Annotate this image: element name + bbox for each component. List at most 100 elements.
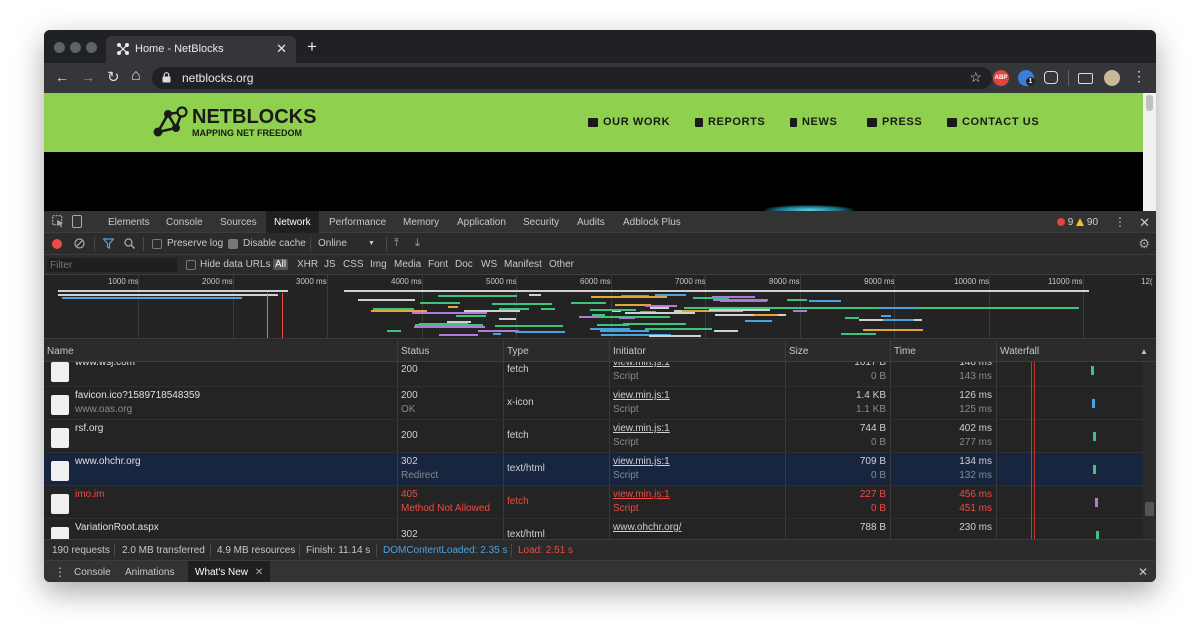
request-table-scrollbar[interactable]: [1143, 362, 1156, 539]
request-initiator-link[interactable]: view.min.js:1: [613, 456, 670, 467]
filter-type-other[interactable]: Other: [549, 259, 574, 270]
browser-menu-icon[interactable]: ⋮: [1132, 68, 1146, 85]
filter-type-xhr[interactable]: XHR: [297, 259, 318, 270]
drawer-close-icon[interactable]: ✕: [1138, 565, 1148, 579]
nav-news[interactable]: NEWS: [790, 116, 837, 128]
reload-button[interactable]: ↻: [107, 68, 120, 86]
drawer-tab-whats-new[interactable]: What's New ✕: [188, 561, 271, 582]
pocket-icon[interactable]: [1044, 71, 1058, 84]
tab-memory[interactable]: Memory: [403, 217, 439, 228]
waterfall-bar[interactable]: [1095, 498, 1098, 507]
waterfall-bar[interactable]: [1093, 432, 1096, 441]
column-divider[interactable]: [890, 340, 891, 362]
request-table-scrollbar-thumb[interactable]: [1145, 502, 1154, 516]
page-scrollbar-thumb[interactable]: [1146, 95, 1153, 111]
devtools-close-icon[interactable]: ✕: [1139, 215, 1150, 231]
drawer-tab-animations[interactable]: Animations: [125, 567, 174, 578]
record-button[interactable]: [52, 239, 62, 249]
column-header-waterfall[interactable]: Waterfall: [1000, 346, 1039, 357]
page-scrollbar[interactable]: [1143, 93, 1156, 211]
tab-sources[interactable]: Sources: [220, 217, 257, 228]
network-settings-gear-icon[interactable]: ⚙: [1138, 236, 1150, 252]
adblock-plus-extension-icon[interactable]: ABP: [993, 70, 1009, 86]
column-header-status[interactable]: Status: [401, 346, 429, 357]
site-logo-name[interactable]: NETBLOCKS: [192, 106, 316, 129]
column-divider[interactable]: [785, 340, 786, 362]
hide-data-urls-checkbox[interactable]: [186, 260, 196, 270]
column-header-name[interactable]: Name: [47, 346, 74, 357]
column-divider[interactable]: [503, 340, 504, 362]
filter-type-img[interactable]: Img: [370, 259, 387, 270]
column-header-initiator[interactable]: Initiator: [613, 346, 646, 357]
column-header-time[interactable]: Time: [894, 346, 916, 357]
inspect-element-icon[interactable]: [52, 215, 64, 228]
new-tab-button[interactable]: +: [307, 38, 317, 55]
tab-performance[interactable]: Performance: [329, 217, 386, 228]
table-row[interactable]: www.ohchr.org 302 Redirect text/html view.mi…: [44, 453, 1143, 486]
disable-cache-checkbox[interactable]: [228, 239, 238, 249]
import-har-icon[interactable]: ⤒: [394, 237, 399, 250]
browser-tab[interactable]: Home - NetBlocks ✕: [106, 36, 296, 63]
network-overview-timeline[interactable]: 1000 ms 2000 ms 3000 ms 4000 ms 5000 ms …: [44, 275, 1156, 339]
filter-icon[interactable]: [103, 238, 114, 249]
tab-elements[interactable]: Elements: [108, 217, 150, 228]
bookmark-star-icon[interactable]: ☆: [969, 69, 982, 86]
address-bar[interactable]: netblocks.org ☆: [152, 67, 992, 89]
drawer-tab-close-icon[interactable]: ✕: [255, 567, 263, 578]
forward-button[interactable]: →: [81, 69, 95, 85]
filter-type-css[interactable]: CSS: [343, 259, 364, 270]
table-row[interactable]: favicon.ico?1589718548359 www.oas.org 200 O…: [44, 387, 1143, 420]
waterfall-bar[interactable]: [1091, 366, 1094, 375]
throttling-select[interactable]: Online: [318, 238, 347, 249]
tab-audits[interactable]: Audits: [577, 217, 605, 228]
table-row[interactable]: imo.im 405 Method Not Allowed fetch view.min…: [44, 486, 1143, 519]
tab-adblock-plus[interactable]: Adblock Plus: [623, 217, 681, 228]
throttling-dropdown-icon[interactable]: ▼: [368, 240, 375, 247]
tab-close-icon[interactable]: ✕: [276, 41, 287, 57]
request-initiator-link[interactable]: view.min.js:1: [613, 390, 670, 401]
filter-input[interactable]: [47, 258, 177, 272]
waterfall-bar[interactable]: [1096, 531, 1099, 539]
maximize-window-button[interactable]: [86, 42, 97, 53]
tab-application[interactable]: Application: [457, 217, 506, 228]
column-header-size[interactable]: Size: [789, 346, 808, 357]
extension-icon[interactable]: 1: [1018, 70, 1035, 86]
close-window-button[interactable]: [54, 42, 65, 53]
drawer-menu-icon[interactable]: ⋮: [54, 565, 66, 579]
search-icon[interactable]: [124, 238, 135, 249]
nav-press[interactable]: PRESS: [867, 116, 922, 128]
back-button[interactable]: ←: [55, 69, 69, 85]
request-initiator-link[interactable]: view.min.js:1: [613, 362, 670, 368]
device-toolbar-icon[interactable]: [72, 215, 82, 228]
column-divider[interactable]: [397, 340, 398, 362]
devtools-menu-icon[interactable]: ⋮: [1114, 215, 1126, 229]
tab-console[interactable]: Console: [166, 217, 203, 228]
tab-network[interactable]: Network: [266, 211, 319, 233]
filter-type-manifest[interactable]: Manifest: [504, 259, 542, 270]
drawer-tab-console[interactable]: Console: [74, 567, 111, 578]
preserve-log-checkbox[interactable]: [152, 239, 162, 249]
waterfall-bar[interactable]: [1093, 465, 1096, 474]
filter-type-ws[interactable]: WS: [481, 259, 497, 270]
filter-type-doc[interactable]: Doc: [455, 259, 473, 270]
filter-type-font[interactable]: Font: [428, 259, 448, 270]
nav-our-work[interactable]: OUR WORK: [588, 116, 670, 128]
request-initiator-link[interactable]: view.min.js:1: [613, 489, 670, 500]
table-row[interactable]: rsf.org 200 fetch view.min.js:1 Script 744 B 0…: [44, 420, 1143, 453]
column-divider[interactable]: [996, 340, 997, 362]
issue-counts[interactable]: 9 90: [1057, 217, 1098, 228]
export-har-icon[interactable]: ⤓: [415, 237, 420, 250]
clear-icon[interactable]: [74, 238, 85, 249]
table-row[interactable]: VariationRoot.aspx 302 text/html www.ohchr.…: [44, 519, 1143, 539]
request-initiator-link[interactable]: www.ohchr.org/: [613, 522, 681, 533]
nav-reports[interactable]: REPORTS: [695, 116, 765, 128]
column-divider[interactable]: [609, 340, 610, 362]
tab-security[interactable]: Security: [523, 217, 559, 228]
table-row[interactable]: www.wsj.com 200 fetch view.min.js:1 Script 10…: [44, 362, 1143, 387]
cast-icon[interactable]: [1078, 73, 1093, 84]
minimize-window-button[interactable]: [70, 42, 81, 53]
column-header-type[interactable]: Type: [507, 346, 529, 357]
request-initiator-link[interactable]: view.min.js:1: [613, 423, 670, 434]
filter-type-media[interactable]: Media: [394, 259, 421, 270]
home-button[interactable]: ⌂: [131, 67, 141, 85]
